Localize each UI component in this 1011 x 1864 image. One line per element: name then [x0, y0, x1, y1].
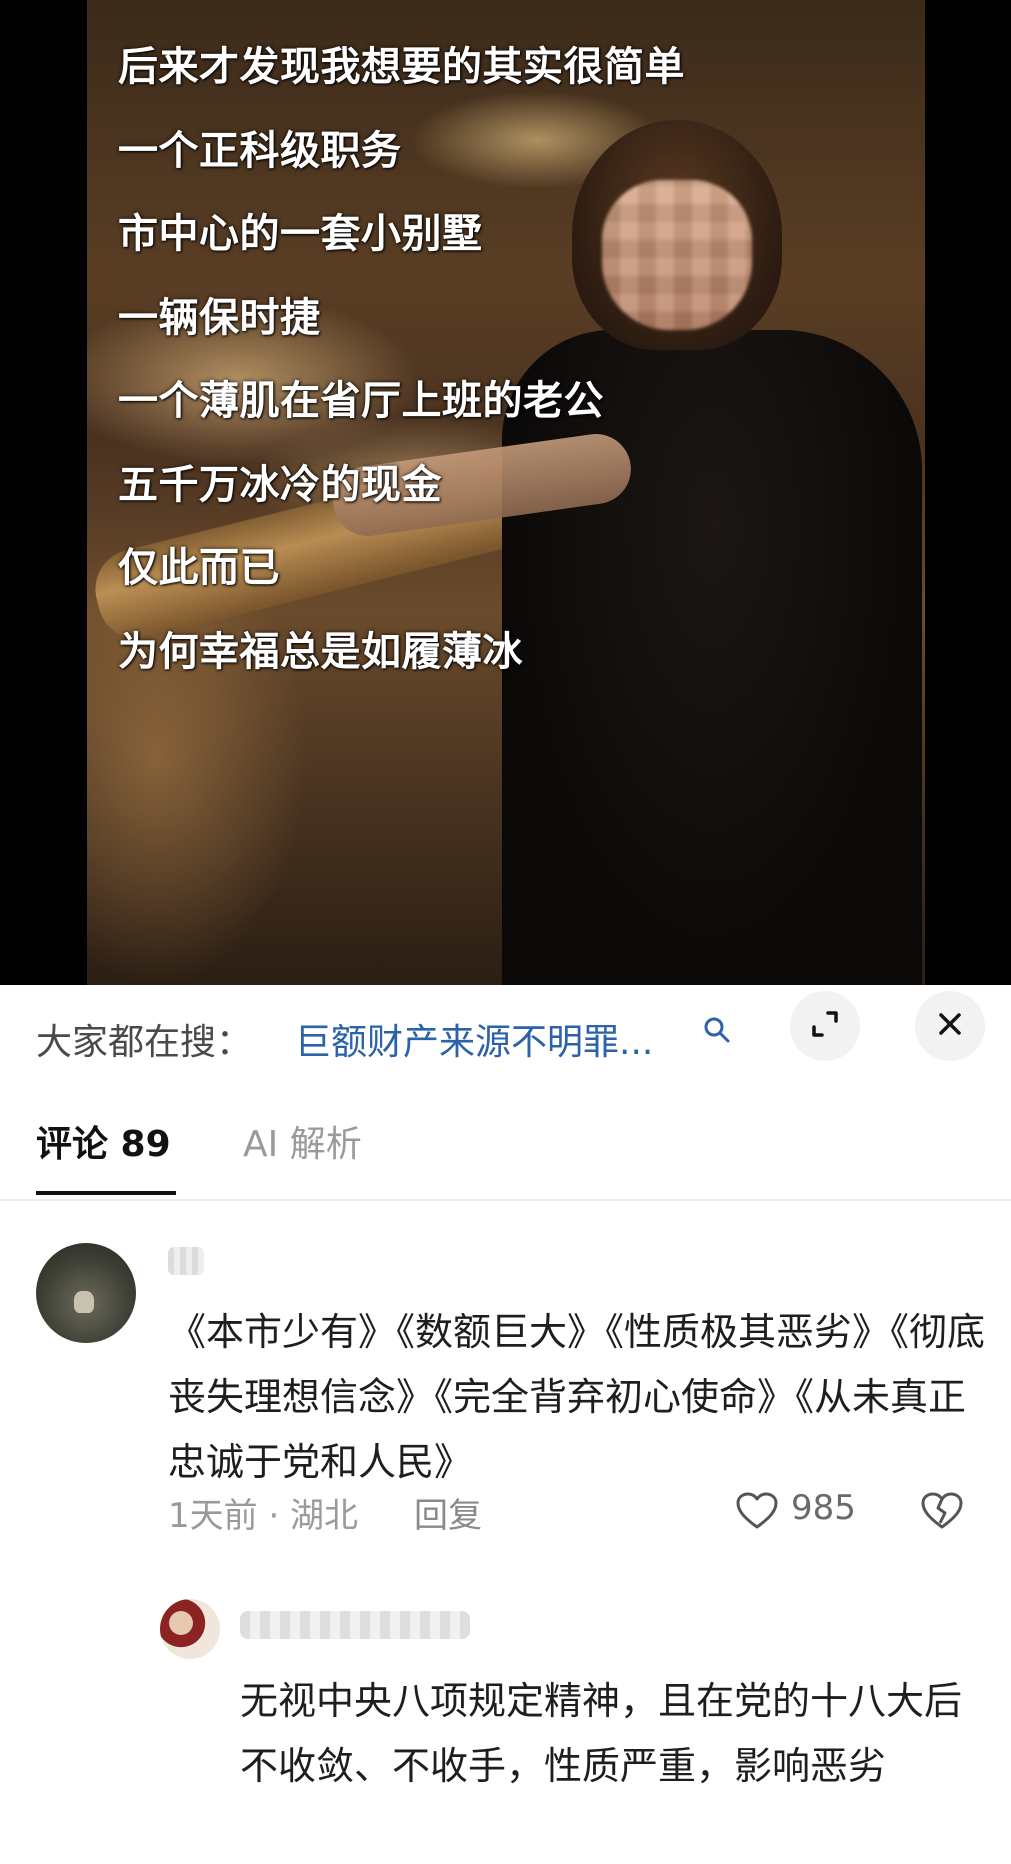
poem-line: 五千万冰冷的现金 — [118, 461, 442, 508]
poem-line: 为何幸福总是如履薄冰 — [118, 628, 523, 675]
heart-icon[interactable] — [735, 1491, 779, 1531]
overlay-text: 后来才发现我想要的其实很简单 一个正科级职务 市中心的一套小别墅 一辆保时捷 一… — [118, 26, 685, 694]
username-blurred[interactable] — [168, 1247, 204, 1275]
like-count: 985 — [791, 1488, 856, 1528]
poem-line: 市中心的一套小别墅 — [118, 211, 483, 257]
active-tab-indicator — [36, 1191, 176, 1195]
trending-search-link[interactable]: 巨额财产来源不明罪... — [295, 1013, 653, 1065]
expand-button[interactable] — [790, 991, 860, 1061]
comment-text: 《本市少有》《数额巨大》《性质极其恶劣》《彻底丧失理想信念》《完全背弃初心使命》… — [168, 1310, 986, 1484]
broken-heart-icon[interactable] — [920, 1491, 964, 1531]
tab-comments[interactable]: 评论 89 — [36, 1115, 171, 1167]
comment-meta: 1天前 · 湖北 — [168, 1496, 359, 1536]
tab-ai-analysis[interactable]: AI 解析 — [243, 1115, 362, 1167]
close-icon — [936, 1010, 964, 1042]
reply-text: 无视中央八项规定精神，且在党的十八大后不收敛、不收手，性质严重，影响恶劣 — [240, 1679, 963, 1788]
comment-sheet: 大家都在搜： 巨额财产来源不明罪... 评论 89 AI 解析 《本市少有》《数… — [0, 985, 1011, 1864]
trending-search-label: 大家都在搜： — [36, 1022, 253, 1063]
avatar[interactable] — [36, 1243, 136, 1343]
poem-line: 一个正科级职务 — [118, 127, 402, 174]
trending-search-bar[interactable]: 大家都在搜： 巨额财产来源不明罪... — [0, 985, 1011, 1093]
poem-line: 一个薄肌在省厅上班的老公 — [118, 378, 604, 424]
username-blurred[interactable] — [240, 1611, 470, 1639]
tab-bar: 评论 89 AI 解析 — [0, 1093, 1011, 1201]
close-button[interactable] — [915, 991, 985, 1061]
poem-line: 后来才发现我想要的其实很简单 — [118, 44, 685, 90]
poem-line: 仅此而已 — [118, 545, 280, 591]
avatar[interactable] — [160, 1599, 220, 1659]
reply-button[interactable]: 回复 — [414, 1488, 482, 1537]
video-area[interactable]: 后来才发现我想要的其实很简单 一个正科级职务 市中心的一套小别墅 一辆保时捷 一… — [0, 0, 1011, 985]
poem-line: 一辆保时捷 — [118, 294, 321, 341]
expand-icon — [808, 1007, 842, 1045]
search-icon[interactable] — [702, 1015, 732, 1045]
